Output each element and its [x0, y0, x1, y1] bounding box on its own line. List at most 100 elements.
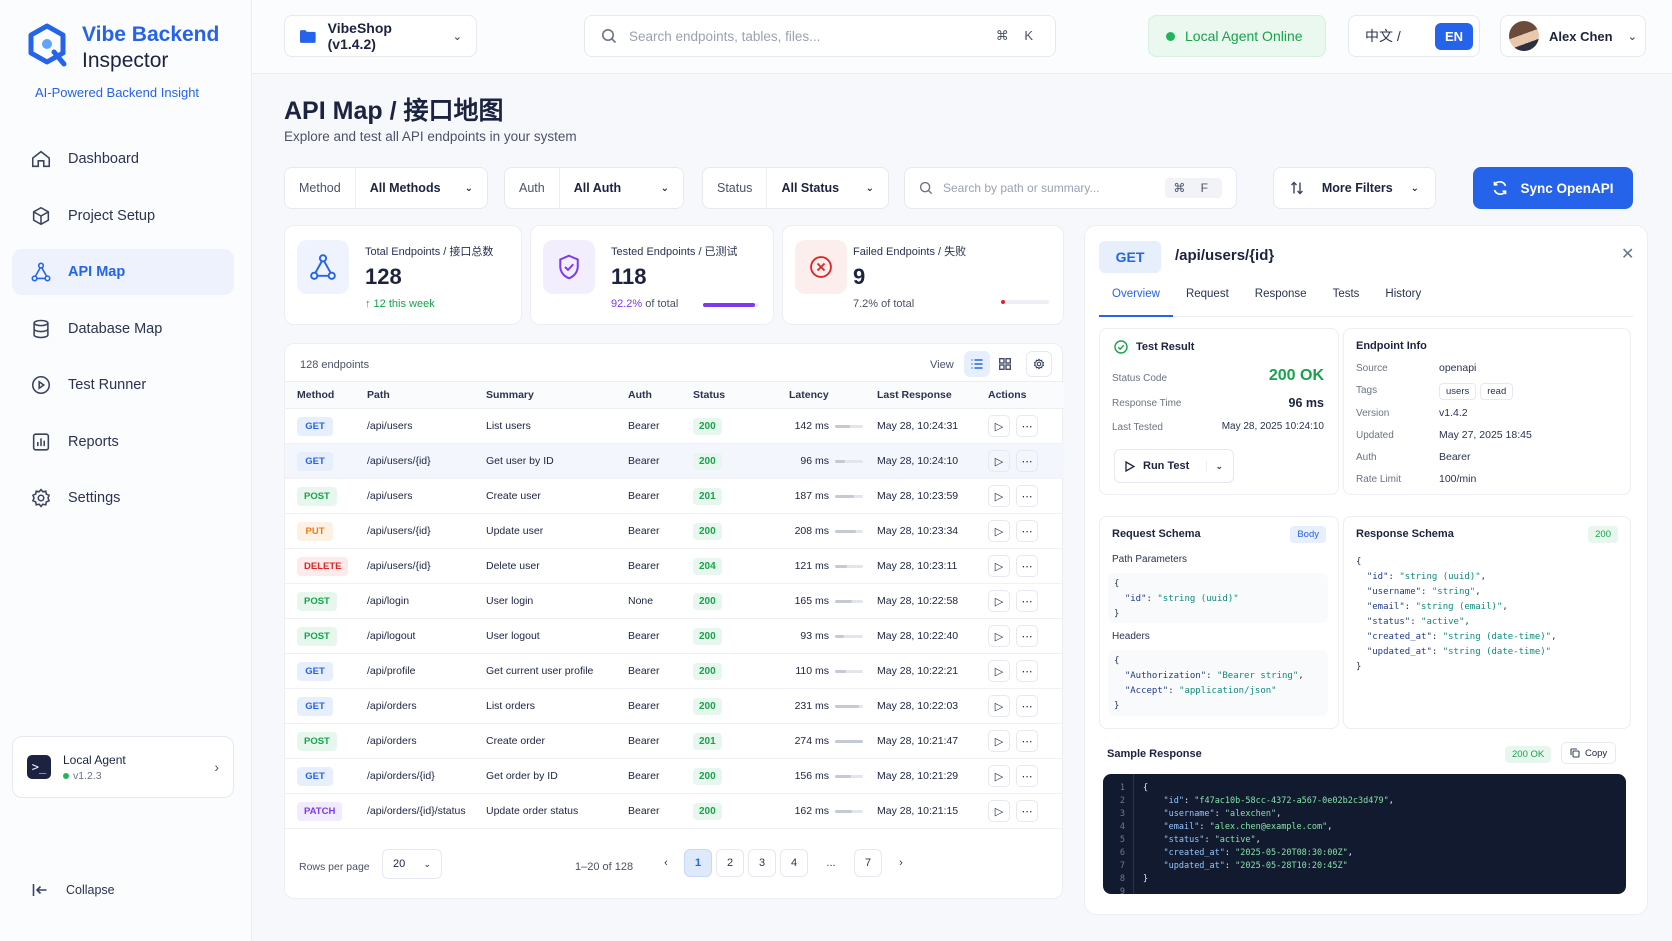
- more-button[interactable]: ⋯: [1016, 660, 1038, 682]
- more-button[interactable]: ⋯: [1016, 485, 1038, 507]
- updated-value: May 27, 2025 18:45: [1439, 429, 1532, 441]
- agent-status-badge[interactable]: Local Agent Online: [1148, 15, 1326, 57]
- sidebar-item-project-setup[interactable]: Project Setup: [12, 193, 234, 239]
- endpoint-path: /api/login: [355, 583, 474, 619]
- more-button[interactable]: ⋯: [1016, 520, 1038, 542]
- global-search[interactable]: Search endpoints, tables, files... ⌘ K: [584, 15, 1056, 57]
- table-row[interactable]: GET/api/profile Get current user profile B…: [285, 653, 1064, 689]
- page-button-4[interactable]: 4: [780, 849, 808, 877]
- col-header-method[interactable]: Method: [285, 381, 355, 409]
- run-button[interactable]: ▷: [988, 730, 1010, 752]
- col-header-latency[interactable]: Latency: [777, 381, 865, 409]
- table-row[interactable]: GET/api/orders/{id} Get order by ID Bearer…: [285, 758, 1064, 794]
- run-button[interactable]: ▷: [988, 590, 1010, 612]
- col-header-summary[interactable]: Summary: [474, 381, 616, 409]
- run-test-button[interactable]: Run Test ⌄: [1114, 449, 1234, 483]
- more-button[interactable]: ⋯: [1016, 730, 1038, 752]
- sidebar-item-reports[interactable]: Reports: [12, 419, 234, 465]
- table-row[interactable]: GET/api/users/{id} Get user by ID Bearer 20…: [285, 443, 1064, 479]
- next-page-button[interactable]: ›: [887, 849, 915, 877]
- global-search-input[interactable]: Search endpoints, tables, files...: [629, 29, 820, 44]
- col-header-status[interactable]: Status: [681, 381, 777, 409]
- table-row[interactable]: GET/api/orders List orders Bearer 200 231 ms…: [285, 688, 1064, 724]
- tag-badge[interactable]: users: [1439, 383, 1477, 400]
- run-button[interactable]: ▷: [988, 765, 1010, 787]
- run-button[interactable]: ▷: [988, 555, 1010, 577]
- col-header-auth[interactable]: Auth: [616, 381, 681, 409]
- tag-badge[interactable]: read: [1480, 383, 1514, 400]
- auth-value: Bearer: [1439, 451, 1471, 463]
- tab-tests[interactable]: Tests: [1320, 288, 1373, 317]
- path-search[interactable]: Search by path or summary... ⌘ F: [904, 167, 1237, 209]
- table-row[interactable]: POST/api/login User login None 200 165 ms May…: [285, 583, 1064, 619]
- detail-tabs: Overview Request Response Tests History: [1099, 288, 1633, 317]
- close-icon[interactable]: ✕: [1621, 244, 1634, 264]
- col-header-path[interactable]: Path: [355, 381, 474, 409]
- local-agent-card[interactable]: >_ Local Agent v1.2.3 ›: [12, 736, 234, 798]
- run-button[interactable]: ▷: [988, 800, 1010, 822]
- method-filter[interactable]: Method All Methods ⌄: [284, 167, 488, 209]
- chevron-down-icon[interactable]: ⌄: [1206, 460, 1223, 472]
- tab-response[interactable]: Response: [1242, 288, 1320, 317]
- auth-filter[interactable]: Auth All Auth ⌄: [504, 167, 684, 209]
- sync-openapi-button[interactable]: Sync OpenAPI: [1473, 167, 1633, 209]
- table-row[interactable]: DELETE/api/users/{id} Delete user Bearer 20…: [285, 548, 1064, 584]
- sidebar-item-settings[interactable]: Settings: [12, 475, 234, 521]
- tab-history[interactable]: History: [1372, 288, 1434, 317]
- grid-view-button[interactable]: [992, 351, 1018, 377]
- table-row[interactable]: GET/api/users List users Bearer 200 142 ms Ma…: [285, 408, 1064, 444]
- run-button[interactable]: ▷: [988, 695, 1010, 717]
- tab-request[interactable]: Request: [1173, 288, 1242, 317]
- run-button[interactable]: ▷: [988, 625, 1010, 647]
- more-button[interactable]: ⋯: [1016, 450, 1038, 472]
- more-filters-button[interactable]: More Filters ⌄: [1273, 167, 1436, 209]
- tab-overview[interactable]: Overview: [1099, 288, 1173, 317]
- prev-page-button[interactable]: ‹: [652, 849, 680, 877]
- more-button[interactable]: ⋯: [1016, 765, 1038, 787]
- page-button-1[interactable]: 1: [684, 849, 712, 877]
- endpoint-summary: Create user: [474, 478, 616, 514]
- run-button[interactable]: ▷: [988, 660, 1010, 682]
- table-row[interactable]: POST/api/logout User logout Bearer 200 93 ms…: [285, 618, 1064, 654]
- col-header-last-response[interactable]: Last Response: [865, 381, 976, 409]
- network-icon: [31, 262, 51, 282]
- more-button[interactable]: ⋯: [1016, 625, 1038, 647]
- status-badge: 200: [693, 697, 722, 715]
- more-button[interactable]: ⋯: [1016, 590, 1038, 612]
- more-button[interactable]: ⋯: [1016, 415, 1038, 437]
- sidebar-item-test-runner[interactable]: Test Runner: [12, 362, 234, 408]
- run-button[interactable]: ▷: [988, 520, 1010, 542]
- list-view-button[interactable]: [964, 351, 990, 377]
- page-button-2[interactable]: 2: [716, 849, 744, 877]
- more-button[interactable]: ⋯: [1016, 800, 1038, 822]
- more-icon: ⋯: [1021, 770, 1033, 783]
- run-button[interactable]: ▷: [988, 415, 1010, 437]
- status-badge: 201: [693, 732, 722, 750]
- table-settings-button[interactable]: [1026, 351, 1052, 377]
- table-row[interactable]: POST/api/orders Create order Bearer 201 274 …: [285, 723, 1064, 759]
- sidebar-item-api-map[interactable]: API Map: [12, 249, 234, 295]
- run-button[interactable]: ▷: [988, 450, 1010, 472]
- latency-value: 162 ms: [794, 805, 829, 817]
- page-button-7[interactable]: 7: [854, 849, 882, 877]
- lang-zh[interactable]: 中文 /: [1365, 26, 1401, 46]
- table-row[interactable]: PUT/api/users/{id} Update user Bearer 200 20…: [285, 513, 1064, 549]
- sidebar-item-dashboard[interactable]: Dashboard: [12, 136, 234, 182]
- user-menu[interactable]: Alex Chen ⌄: [1500, 15, 1646, 57]
- page-button-3[interactable]: 3: [748, 849, 776, 877]
- lang-en[interactable]: EN: [1434, 22, 1473, 50]
- collapse-button[interactable]: Collapse: [32, 883, 115, 897]
- rows-per-page-select[interactable]: 20 ⌄: [382, 849, 442, 879]
- table-row[interactable]: PATCH/api/orders/{id}/status Update order…: [285, 793, 1064, 829]
- more-button[interactable]: ⋯: [1016, 695, 1038, 717]
- more-button[interactable]: ⋯: [1016, 555, 1038, 577]
- sidebar-item-database-map[interactable]: Database Map: [12, 306, 234, 352]
- copy-button[interactable]: Copy: [1561, 742, 1617, 764]
- run-button[interactable]: ▷: [988, 485, 1010, 507]
- status-filter[interactable]: Status All Status ⌄: [702, 167, 889, 209]
- path-search-input[interactable]: Search by path or summary...: [943, 181, 1100, 195]
- stat-total-endpoints: Total Endpoints / 接口总数 128 ↑ 12 this wee…: [284, 225, 522, 325]
- table-row[interactable]: POST/api/users Create user Bearer 201 187 ms…: [285, 478, 1064, 514]
- project-selector[interactable]: VibeShop (v1.4.2) ⌄: [284, 15, 477, 57]
- language-switcher[interactable]: 中文 / EN: [1348, 15, 1480, 57]
